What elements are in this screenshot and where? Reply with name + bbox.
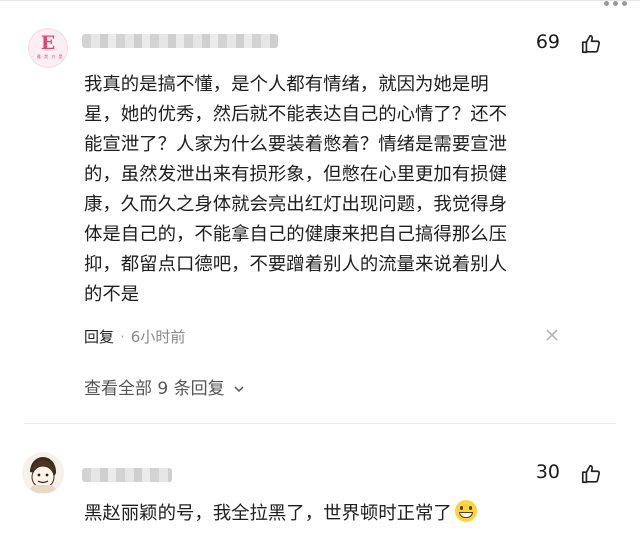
thumbs-up-icon[interactable]	[580, 33, 602, 55]
comment-line: 我真的是搞不懂，是个人都有情绪，就因为她是明	[84, 74, 489, 95]
chevron-down-icon	[234, 386, 244, 393]
comment-line: 的，虽然发泄出来有损形象，但憋在心里更加有损健	[84, 164, 507, 185]
comment-line: 抑，都留点口德吧，不要蹭着别人的流量来说着别人	[84, 254, 507, 275]
comment-meta: 回复 · 6小时前	[84, 326, 185, 347]
cartoon-avatar-icon	[29, 457, 57, 493]
top-border	[0, 0, 640, 1]
comment-text: 黑赵丽颖的号，我全拉黑了，世界顿时正常了	[84, 503, 452, 524]
close-icon[interactable]	[545, 328, 559, 342]
comment-time: 6小时前	[130, 328, 186, 346]
avatar-logo-tagline: · 雅 昊 方 是	[32, 54, 64, 59]
blurred-username[interactable]	[82, 34, 278, 48]
avatar[interactable]	[22, 452, 64, 494]
comment-line: 体是自己的，不能拿自己的健康来把自己搞得那么压	[84, 224, 507, 245]
view-all-replies-button[interactable]: 查看全部 9 条回复	[84, 374, 244, 399]
grin-emoji-icon	[454, 500, 477, 522]
comment-divider	[24, 423, 616, 424]
meta-separator: ·	[120, 328, 125, 346]
reply-button[interactable]: 回复	[84, 328, 114, 346]
comment-line: 星，她的优秀，然后就不能表达自己的心情了？还不	[84, 104, 507, 125]
comment-line: 康，久而久之身体就会亮出红灯出现问题，我觉得身	[84, 194, 507, 215]
thumbs-up-icon[interactable]	[580, 463, 602, 485]
comment-body: 黑赵丽颖的号，我全拉黑了，世界顿时正常了	[84, 500, 564, 528]
blurred-username[interactable]	[82, 468, 172, 482]
avatar[interactable]: E · 雅 昊 方 是	[28, 28, 68, 68]
view-all-replies-label: 查看全部 9 条回复	[84, 379, 225, 399]
more-options-icon[interactable]	[602, 0, 632, 8]
comment-line: 的不是	[84, 284, 140, 305]
comment-line: 能宣泄了？人家为什么要装着憋着？情绪是需要宣泄	[84, 134, 507, 155]
avatar-logo-letter: E	[40, 32, 56, 54]
like-count: 30	[535, 461, 560, 483]
comment-body: 我真的是搞不懂，是个人都有情绪，就因为她是明 星，她的优秀，然后就不能表达自己的…	[84, 70, 564, 310]
like-count: 69	[535, 31, 560, 53]
